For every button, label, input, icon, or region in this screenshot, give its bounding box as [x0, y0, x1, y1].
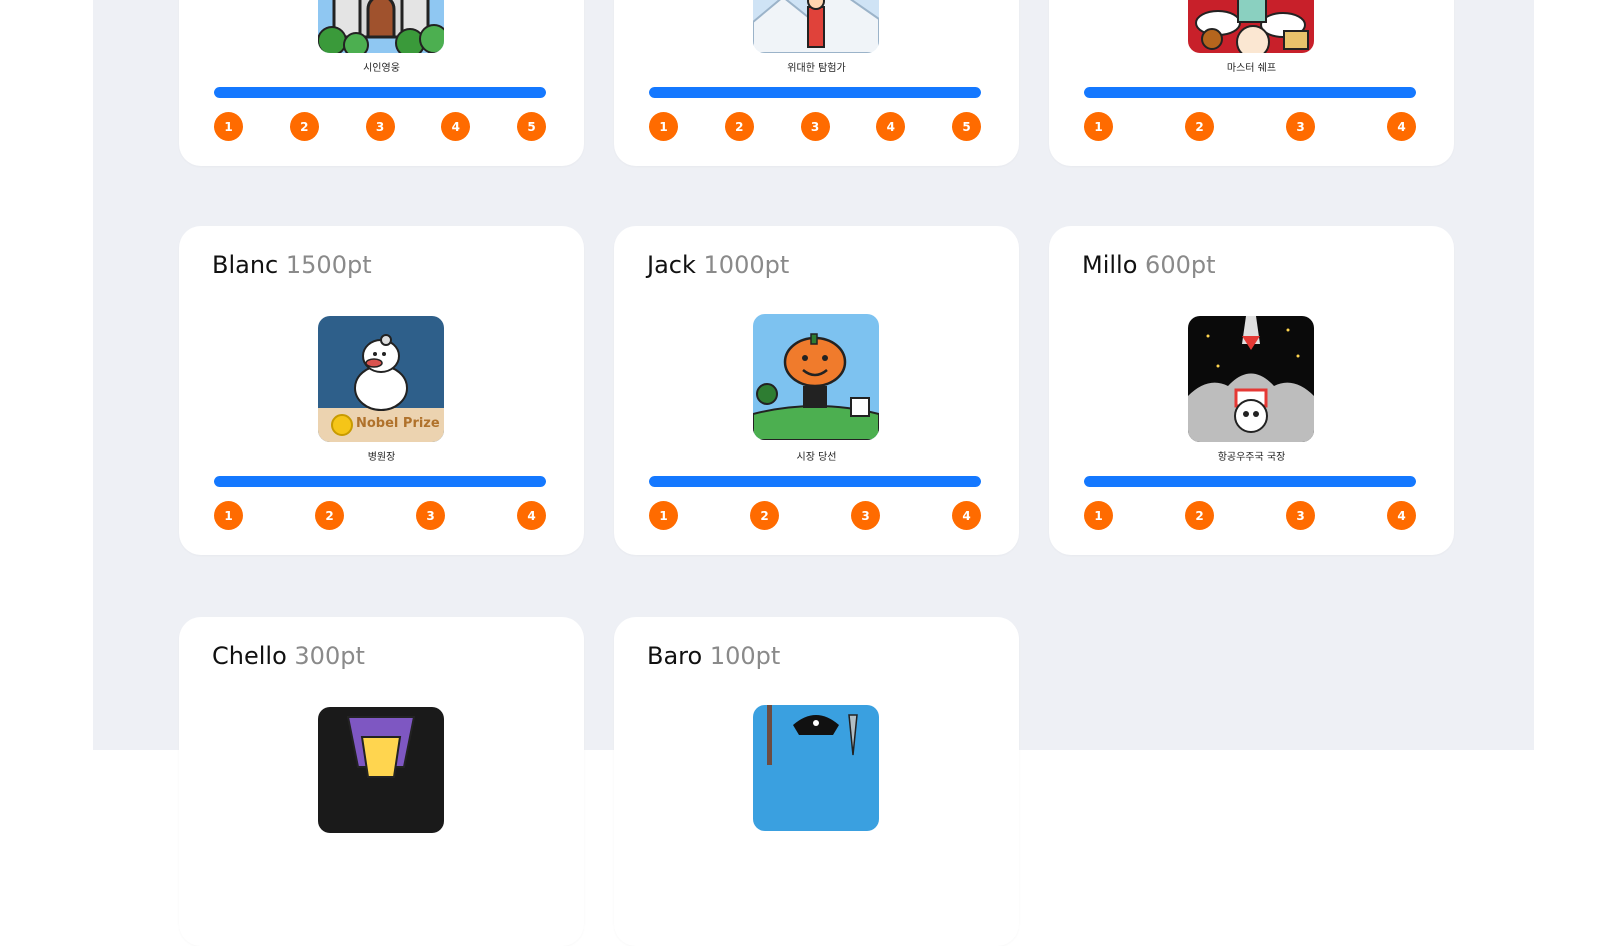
progress-bar: [1084, 476, 1416, 487]
step-list: 1 2 3 4 5: [214, 112, 546, 142]
step-badge[interactable]: 3: [416, 501, 445, 530]
progress-bar: [1084, 87, 1416, 98]
card-title: Blanc 1500pt: [212, 251, 372, 279]
step-badge[interactable]: 3: [365, 112, 395, 141]
progress-bar: [214, 476, 546, 487]
progress-bar: [649, 476, 981, 487]
step-badge[interactable]: 3: [851, 501, 880, 530]
achievement-card-baro[interactable]: Baro 100pt: [614, 617, 1019, 946]
step-badge[interactable]: 4: [1387, 501, 1416, 530]
progress-bar: [214, 87, 546, 98]
card-title: Baro 100pt: [647, 642, 780, 670]
explorer-illustration-icon: [753, 0, 879, 53]
step-list: 1 2 3 4: [214, 501, 546, 531]
achievement-card-hero[interactable]: 시인영웅 1 2 3 4 5: [179, 0, 584, 166]
step-badge[interactable]: 4: [517, 501, 546, 530]
step-list: 1 2 3 4: [1084, 112, 1416, 142]
step-badge[interactable]: 5: [952, 112, 981, 141]
step-badge[interactable]: 4: [952, 501, 981, 530]
nobel-badge-label: Nobel Prize: [356, 416, 440, 431]
card-title: Millo 600pt: [1082, 251, 1216, 279]
user-points: 1500pt: [285, 251, 372, 279]
user-name: Jack: [647, 251, 696, 279]
step-badge[interactable]: 1: [649, 112, 678, 141]
user-points: 100pt: [709, 642, 781, 670]
step-badge[interactable]: 5: [517, 112, 546, 141]
achievement-card-chello[interactable]: Chello 300pt: [179, 617, 584, 946]
achievement-card-chef[interactable]: 마스터 쉐프 1 2 3 4: [1049, 0, 1454, 166]
step-list: 1 2 3 4 5: [649, 112, 981, 142]
user-points: 300pt: [294, 642, 365, 670]
progress-fill: [1084, 476, 1416, 487]
card-title: Jack 1000pt: [647, 251, 789, 279]
progress-fill: [214, 476, 546, 487]
achievement-caption: 항공우주국 국장: [1217, 452, 1286, 463]
achievement-caption: 시장 당선: [796, 452, 837, 463]
achievements-panel: 시인영웅 1 2 3 4 5 위대한 탐험가 1 2 3 4 5 마스터 쉐프 1 2 3 4 …: [93, 0, 1534, 946]
user-points: 600pt: [1145, 251, 1216, 279]
step-badge[interactable]: 2: [315, 501, 344, 530]
progress-fill: [649, 87, 981, 98]
step-badge[interactable]: 1: [214, 112, 243, 141]
progress-bar: [649, 87, 981, 98]
step-badge[interactable]: 1: [649, 501, 678, 530]
achievement-caption: 마스터 쉐프: [1226, 63, 1277, 74]
step-badge[interactable]: 2: [1185, 501, 1214, 530]
user-name: Chello: [212, 642, 287, 670]
step-badge[interactable]: 3: [800, 112, 830, 141]
user-name: Blanc: [212, 251, 279, 279]
step-list: 1 2 3 4: [649, 501, 981, 531]
achievement-card-explorer[interactable]: 위대한 탐험가 1 2 3 4 5: [614, 0, 1019, 166]
achievement-card-jack[interactable]: Jack 1000pt 시장 당선 1 2 3 4: [614, 226, 1019, 555]
step-badge[interactable]: 1: [1084, 501, 1113, 530]
doctor-nobel-illustration-icon: Nobel Prize: [318, 316, 444, 442]
progress-fill: [1084, 87, 1416, 98]
user-name: Baro: [647, 642, 703, 670]
achievement-caption: 병원장: [367, 452, 396, 463]
step-badge[interactable]: 3: [1286, 501, 1315, 530]
rocket-astronaut-illustration-icon: [1188, 316, 1314, 442]
trophy-illustration-icon: [318, 707, 444, 833]
progress-fill: [649, 476, 981, 487]
step-badge[interactable]: 2: [1185, 112, 1214, 141]
step-badge[interactable]: 1: [1084, 112, 1113, 141]
step-badge[interactable]: 1: [214, 501, 243, 530]
achievement-caption: 위대한 탐험가: [787, 63, 846, 74]
step-badge[interactable]: 4: [441, 112, 471, 141]
step-badge[interactable]: 4: [1387, 112, 1416, 141]
castle-illustration-icon: [318, 0, 444, 53]
pirate-illustration-icon: [753, 705, 879, 831]
user-name: Millo: [1082, 251, 1138, 279]
step-badge[interactable]: 2: [750, 501, 779, 530]
achievement-card-blanc[interactable]: Blanc 1500pt Nobel Prize 병원장 1 2 3 4: [179, 226, 584, 555]
step-badge[interactable]: 4: [876, 112, 906, 141]
step-badge[interactable]: 2: [724, 112, 754, 141]
step-badge[interactable]: 3: [1286, 112, 1315, 141]
progress-fill: [214, 87, 546, 98]
card-title: Chello 300pt: [212, 642, 365, 670]
chef-food-illustration-icon: [1188, 0, 1314, 53]
user-points: 1000pt: [703, 251, 790, 279]
step-badge[interactable]: 2: [289, 112, 319, 141]
step-list: 1 2 3 4: [1084, 501, 1416, 531]
achievement-card-millo[interactable]: Millo 600pt 항공우주국 국장 1 2 3 4: [1049, 226, 1454, 555]
pumpkin-mayor-illustration-icon: [753, 314, 879, 440]
achievement-caption: 시인영웅: [363, 63, 400, 74]
